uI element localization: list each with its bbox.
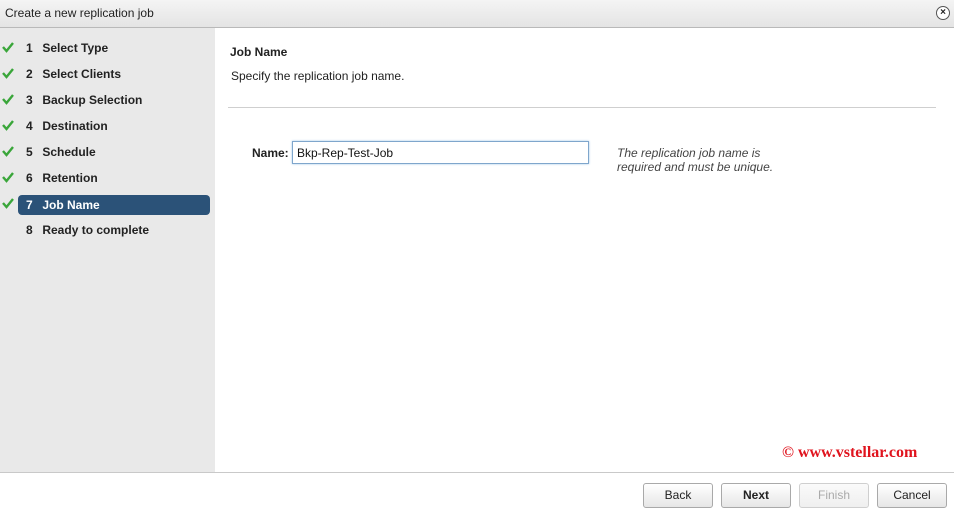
check-icon [2, 172, 14, 183]
check-icon [2, 68, 14, 79]
check-icon [2, 146, 14, 157]
step-retention[interactable]: 6 Retention [18, 168, 210, 188]
step-number: 5 [26, 145, 33, 159]
step-label: Select Clients [42, 67, 122, 81]
step-backup-selection[interactable]: 3 Backup Selection [18, 90, 210, 110]
step-number: 1 [26, 41, 33, 55]
watermark: © www.vstellar.com [782, 444, 918, 461]
window-title: Create a new replication job [5, 6, 154, 20]
name-hint: The replication job name is required and… [617, 146, 774, 174]
step-schedule[interactable]: 5 Schedule [18, 142, 210, 162]
check-icon [2, 42, 14, 53]
step-label: Retention [42, 171, 98, 185]
close-icon[interactable]: × [936, 6, 950, 20]
page-title: Job Name [230, 45, 288, 59]
step-number: 6 [26, 171, 33, 185]
step-select-clients[interactable]: 2 Select Clients [18, 64, 210, 84]
wizard-footer: Back Next Finish Cancel [0, 472, 954, 514]
main-panel: Job Name Specify the replication job nam… [215, 28, 954, 472]
step-label: Select Type [42, 41, 109, 55]
wizard-steps-sidebar: 1 Select Type 2 Select Clients 3 Backup … [0, 28, 215, 472]
step-select-type[interactable]: 1 Select Type [18, 38, 210, 58]
next-button[interactable]: Next [721, 483, 791, 508]
step-job-name[interactable]: 7 Job Name [18, 195, 210, 215]
step-label: Backup Selection [42, 93, 143, 107]
title-bar: Create a new replication job × [0, 0, 954, 28]
step-label: Ready to complete [42, 223, 150, 237]
cancel-button[interactable]: Cancel [877, 483, 947, 508]
step-destination[interactable]: 4 Destination [18, 116, 210, 136]
step-number: 8 [26, 223, 33, 237]
check-icon [2, 198, 14, 209]
job-name-input[interactable] [292, 141, 589, 164]
divider [228, 107, 936, 108]
page-description: Specify the replication job name. [231, 69, 405, 83]
finish-button[interactable]: Finish [799, 483, 869, 508]
step-number: 2 [26, 67, 33, 81]
step-number: 4 [26, 119, 33, 133]
check-icon [2, 120, 14, 131]
check-icon [2, 94, 14, 105]
back-button[interactable]: Back [643, 483, 713, 508]
step-number: 3 [26, 93, 33, 107]
step-label: Destination [42, 119, 108, 133]
step-number: 7 [26, 198, 33, 212]
name-label: Name: [252, 146, 289, 160]
step-label: Schedule [42, 145, 96, 159]
step-ready-to-complete[interactable]: 8 Ready to complete [18, 220, 210, 240]
step-label: Job Name [42, 198, 100, 212]
